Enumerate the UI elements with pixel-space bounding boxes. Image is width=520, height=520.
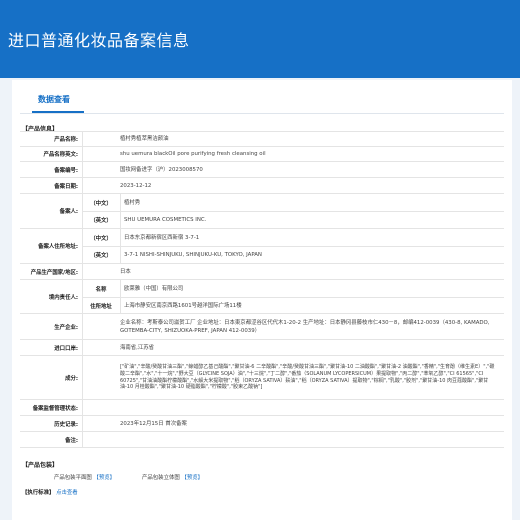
section-packaging: 【产品包装】	[22, 462, 59, 469]
tab-divider	[20, 113, 504, 114]
table-row-filer: 备案人: （中文） 植村秀 （英文） SHU UEMURA COSMETICS …	[20, 194, 504, 229]
label-port: 进口口岸:	[54, 345, 78, 352]
product-info-table: 产品名称: 植村秀植萃黑洁颜油 产品名称英文: shu uemura black…	[20, 131, 504, 448]
section-standard: 【执行标准】	[22, 490, 55, 496]
label-name-cn: 产品名称:	[54, 137, 78, 143]
table-row-origin: 产品生产国家/地区: 日本	[20, 264, 504, 280]
value-address-cn: 日本东京都新宿区西新宿 3-7-1	[124, 234, 200, 241]
table-row-name-en: 产品名称英文: shu uemura blackOil pore purifyi…	[20, 147, 504, 162]
standard-row: 【执行标准】 点击查看	[22, 488, 78, 496]
packaging-flat-row: 产品包装平面图 【预览】	[54, 473, 115, 481]
table-row-domestic-agent: 境内责任人: 名称 欧莱雅（中国）有限公司 住所地址 上海市静安区南京西路160…	[20, 280, 504, 314]
label-domestic-agent: 境内责任人:	[48, 294, 78, 301]
table-row-producer: 生产企业: 企业名称：考斯泰公司滋贺工厂 企业地址：日本東京都涩谷区代代木1-2…	[20, 314, 504, 340]
label-record-no: 备案编号:	[54, 167, 78, 174]
label-filer-address: 备案人住所地址:	[38, 244, 78, 250]
label-filer: 备案人:	[59, 209, 78, 215]
value-history: 2023年12月15日 首次备案	[120, 420, 187, 427]
label-history: 历史记录:	[54, 421, 78, 428]
sub-label-agent-address: 住所地址	[90, 303, 112, 310]
value-inspection	[120, 400, 126, 415]
packaging-solid-label: 产品包装立体图	[142, 475, 180, 481]
table-row-record-no: 备案编号: 国妆网备进字（沪）2023008570	[20, 162, 504, 178]
label-record-date: 备案日期:	[54, 183, 78, 190]
value-filer-cn: 植村秀	[124, 199, 141, 206]
page-title: 进口普通化妆品备案信息	[8, 31, 190, 50]
label-inspection: 备案监督管理状态:	[32, 405, 78, 412]
value-record-no: 国妆网备进字（沪）2023008570	[120, 166, 203, 173]
label-origin: 产品生产国家/地区:	[30, 269, 78, 276]
label-remarks: 备注:	[65, 437, 78, 444]
value-origin: 日本	[120, 268, 131, 275]
value-agent-address: 上海市静安区南京西路1601号越洋国际广场11楼	[124, 302, 242, 309]
label-producer: 生产企业:	[54, 324, 78, 331]
sub-label-address-cn: （中文）	[90, 235, 112, 242]
value-name-cn: 植村秀植萃黑洁颜油	[120, 136, 169, 142]
sub-label-address-en: （英文）	[90, 252, 112, 259]
value-agent-name: 欧莱雅（中国）有限公司	[124, 285, 184, 292]
packaging-flat-preview-link[interactable]: 【预览】	[93, 475, 115, 481]
table-row-inspection: 备案监督管理状态:	[20, 400, 504, 416]
table-row-filer-address: 备案人住所地址: （中文） 日本东京都新宿区西新宿 3-7-1 （英文） 3-7…	[20, 229, 504, 264]
value-port: 海南省,江苏省	[120, 344, 155, 351]
packaging-solid-preview-link[interactable]: 【预览】	[181, 475, 203, 481]
packaging-solid-row: 产品包装立体图 【预览】	[142, 473, 203, 481]
table-row-history: 历史记录: 2023年12月15日 首次备案	[20, 416, 504, 432]
sub-label-agent-name: 名称	[95, 286, 107, 293]
sub-label-filer-cn: （中文）	[90, 200, 112, 207]
table-row-port: 进口口岸: 海南省,江苏省	[20, 340, 504, 356]
value-ingredients: ["矿油","辛酸/癸酸甘油三酯","鲸蜡醇乙基己酸酯","聚甘油-6 二辛酸酯…	[120, 364, 495, 391]
table-row-ingredients: 成分: ["矿油","辛酸/癸酸甘油三酯","鲸蜡醇乙基己酸酯","聚甘油-6 …	[20, 356, 504, 400]
label-name-en: 产品名称英文:	[43, 152, 79, 158]
value-filer-en: SHU UEMURA COSMETICS INC.	[124, 216, 207, 223]
label-ingredients: 成分:	[65, 375, 78, 382]
sub-label-filer-en: （英文）	[90, 217, 112, 224]
table-row-record-date: 备案日期: 2023-12-12	[20, 178, 504, 194]
value-remarks	[120, 432, 126, 447]
tab-data-view[interactable]: 数据查看	[38, 94, 70, 105]
value-producer: 企业名称：考斯泰公司滋贺工厂 企业地址：日本東京都涩谷区代代木1-20-2 生产…	[120, 319, 490, 334]
value-name-en: shu uemura blackOil pore purifying fresh…	[120, 151, 266, 157]
table-row-name-cn: 产品名称: 植村秀植萃黑洁颜油	[20, 132, 504, 147]
packaging-flat-label: 产品包装平面图	[54, 475, 92, 481]
page-header: 进口普通化妆品备案信息	[0, 0, 520, 78]
standard-view-link[interactable]: 点击查看	[56, 490, 78, 496]
table-row-remarks: 备注:	[20, 432, 504, 448]
detail-card: 数据查看 【产品信息】 产品名称: 植村秀植萃黑洁颜油 产品名称英文: shu …	[12, 80, 512, 520]
value-address-en: 3-7-1 NISHI-SHINJUKU, SHINJUKU-KU, TOKYO…	[124, 251, 262, 258]
value-record-date: 2023-12-12	[120, 182, 152, 189]
